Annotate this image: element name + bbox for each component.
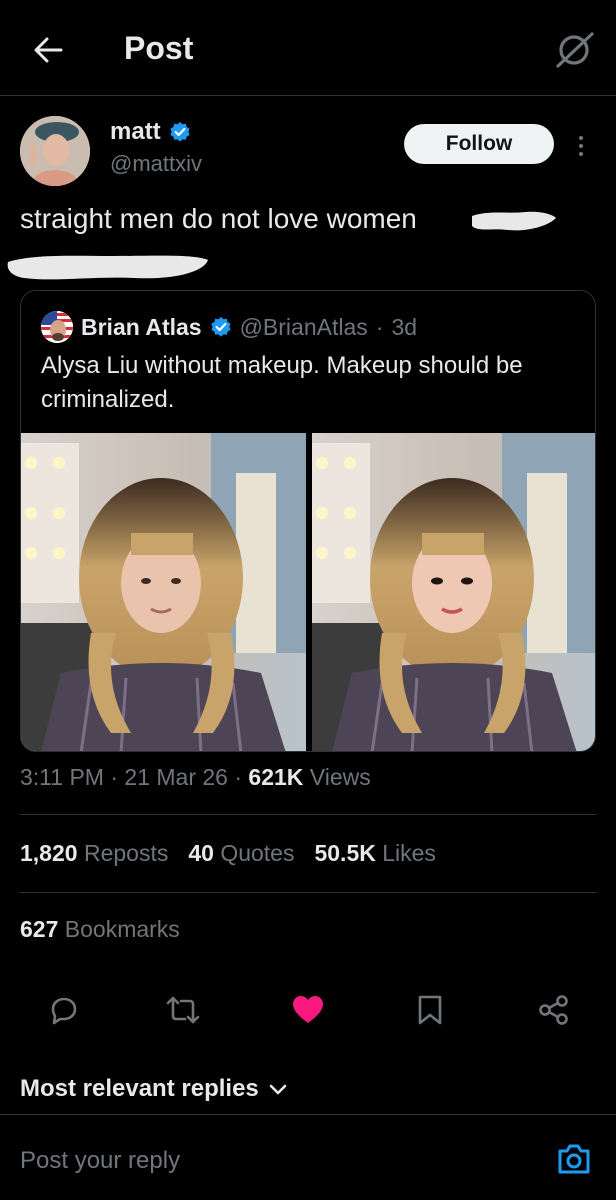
verified-badge-icon [210,317,231,337]
post-time: 3:11 PM [20,764,104,790]
avatar[interactable] [20,116,90,186]
repost-button[interactable] [158,985,208,1035]
post-date: 21 Mar 26 [124,764,228,790]
share-icon [539,995,568,1025]
avatar-image [20,116,90,186]
quotes-stat[interactable]: 40 Quotes [188,840,294,867]
like-icon [293,996,323,1023]
bookmarks-count: 627 [20,916,59,942]
bookmark-stats: 627 Bookmarks [20,916,180,943]
verified-badge-icon [170,122,190,142]
arrow-left-icon [34,37,63,63]
quoted-avatar-image [41,311,73,343]
reply-input[interactable] [20,1141,520,1181]
post-stats: 1,820 Reposts 40 Quotes 50.5K Likes [20,840,436,867]
likes-stat[interactable]: 50.5K Likes [314,840,435,867]
portrait-photo [312,433,595,751]
quoted-post[interactable]: Brian Atlas @BrianAtlas · 3d Alysa Liu w… [20,290,596,752]
reply-icon [51,997,77,1025]
divider [20,814,596,815]
reply-composer [0,1114,616,1200]
quoted-avatar[interactable] [41,311,73,343]
more-options-button[interactable] [566,128,596,164]
quotes-count: 40 [188,840,214,866]
reply-button[interactable] [38,985,88,1035]
more-dot-icon [579,136,583,140]
author-handle[interactable]: @mattxiv [110,151,202,177]
follow-button[interactable]: Follow [404,124,554,164]
grok-icon [556,32,594,68]
share-button[interactable] [529,985,579,1035]
chevron-down-icon [269,1084,287,1095]
grok-button[interactable] [552,26,598,72]
repost-icon [166,996,200,1024]
author-name[interactable]: matt [110,118,191,146]
likes-label: Likes [382,840,436,866]
more-dot-icon [579,144,583,148]
quoted-media [21,433,595,751]
redaction-scribble [7,255,208,280]
bookmark-icon [418,995,442,1025]
quoted-post-age: 3d [391,313,418,340]
like-button[interactable] [283,985,333,1035]
bookmark-button[interactable] [405,985,455,1035]
quoted-post-text: Alysa Liu without makeup. Makeup should … [41,352,523,413]
page-title: Post [124,30,194,66]
bookmarks-stat[interactable]: 627 Bookmarks [20,916,180,943]
views-count: 621K [248,764,304,790]
quotes-label: Quotes [220,840,295,866]
reposts-label: Reposts [83,840,169,866]
quoted-post-header: Brian Atlas @BrianAtlas · 3d [41,311,417,343]
post-author: matt @mattxiv Follow [0,96,616,206]
author-name-text: matt [110,118,161,145]
redaction-scribble [472,211,556,231]
separator-dot: · [375,313,384,340]
portrait-photo [21,433,306,751]
back-button[interactable] [26,30,70,70]
camera-button[interactable] [554,1139,594,1179]
bookmarks-label: Bookmarks [64,916,180,942]
replies-sort-label: Most relevant replies [20,1075,259,1102]
more-dot-icon [579,152,583,156]
views-label: Views [309,764,371,790]
reposts-stat[interactable]: 1,820 Reposts [20,840,168,867]
post-meta: 3:11 PM · 21 Mar 26 · 621K Views [20,764,371,790]
divider [20,892,596,893]
action-bar [0,985,616,1035]
replies-sort-button[interactable]: Most relevant replies [20,1075,287,1103]
top-bar: Post [0,0,616,96]
camera-icon [558,1144,590,1174]
likes-count: 50.5K [314,840,376,866]
quoted-author-handle[interactable]: @BrianAtlas [240,314,368,341]
quoted-author-name[interactable]: Brian Atlas [81,314,202,341]
photo-after[interactable] [312,433,595,751]
reposts-count: 1,820 [20,840,78,866]
photo-before[interactable] [21,433,306,751]
